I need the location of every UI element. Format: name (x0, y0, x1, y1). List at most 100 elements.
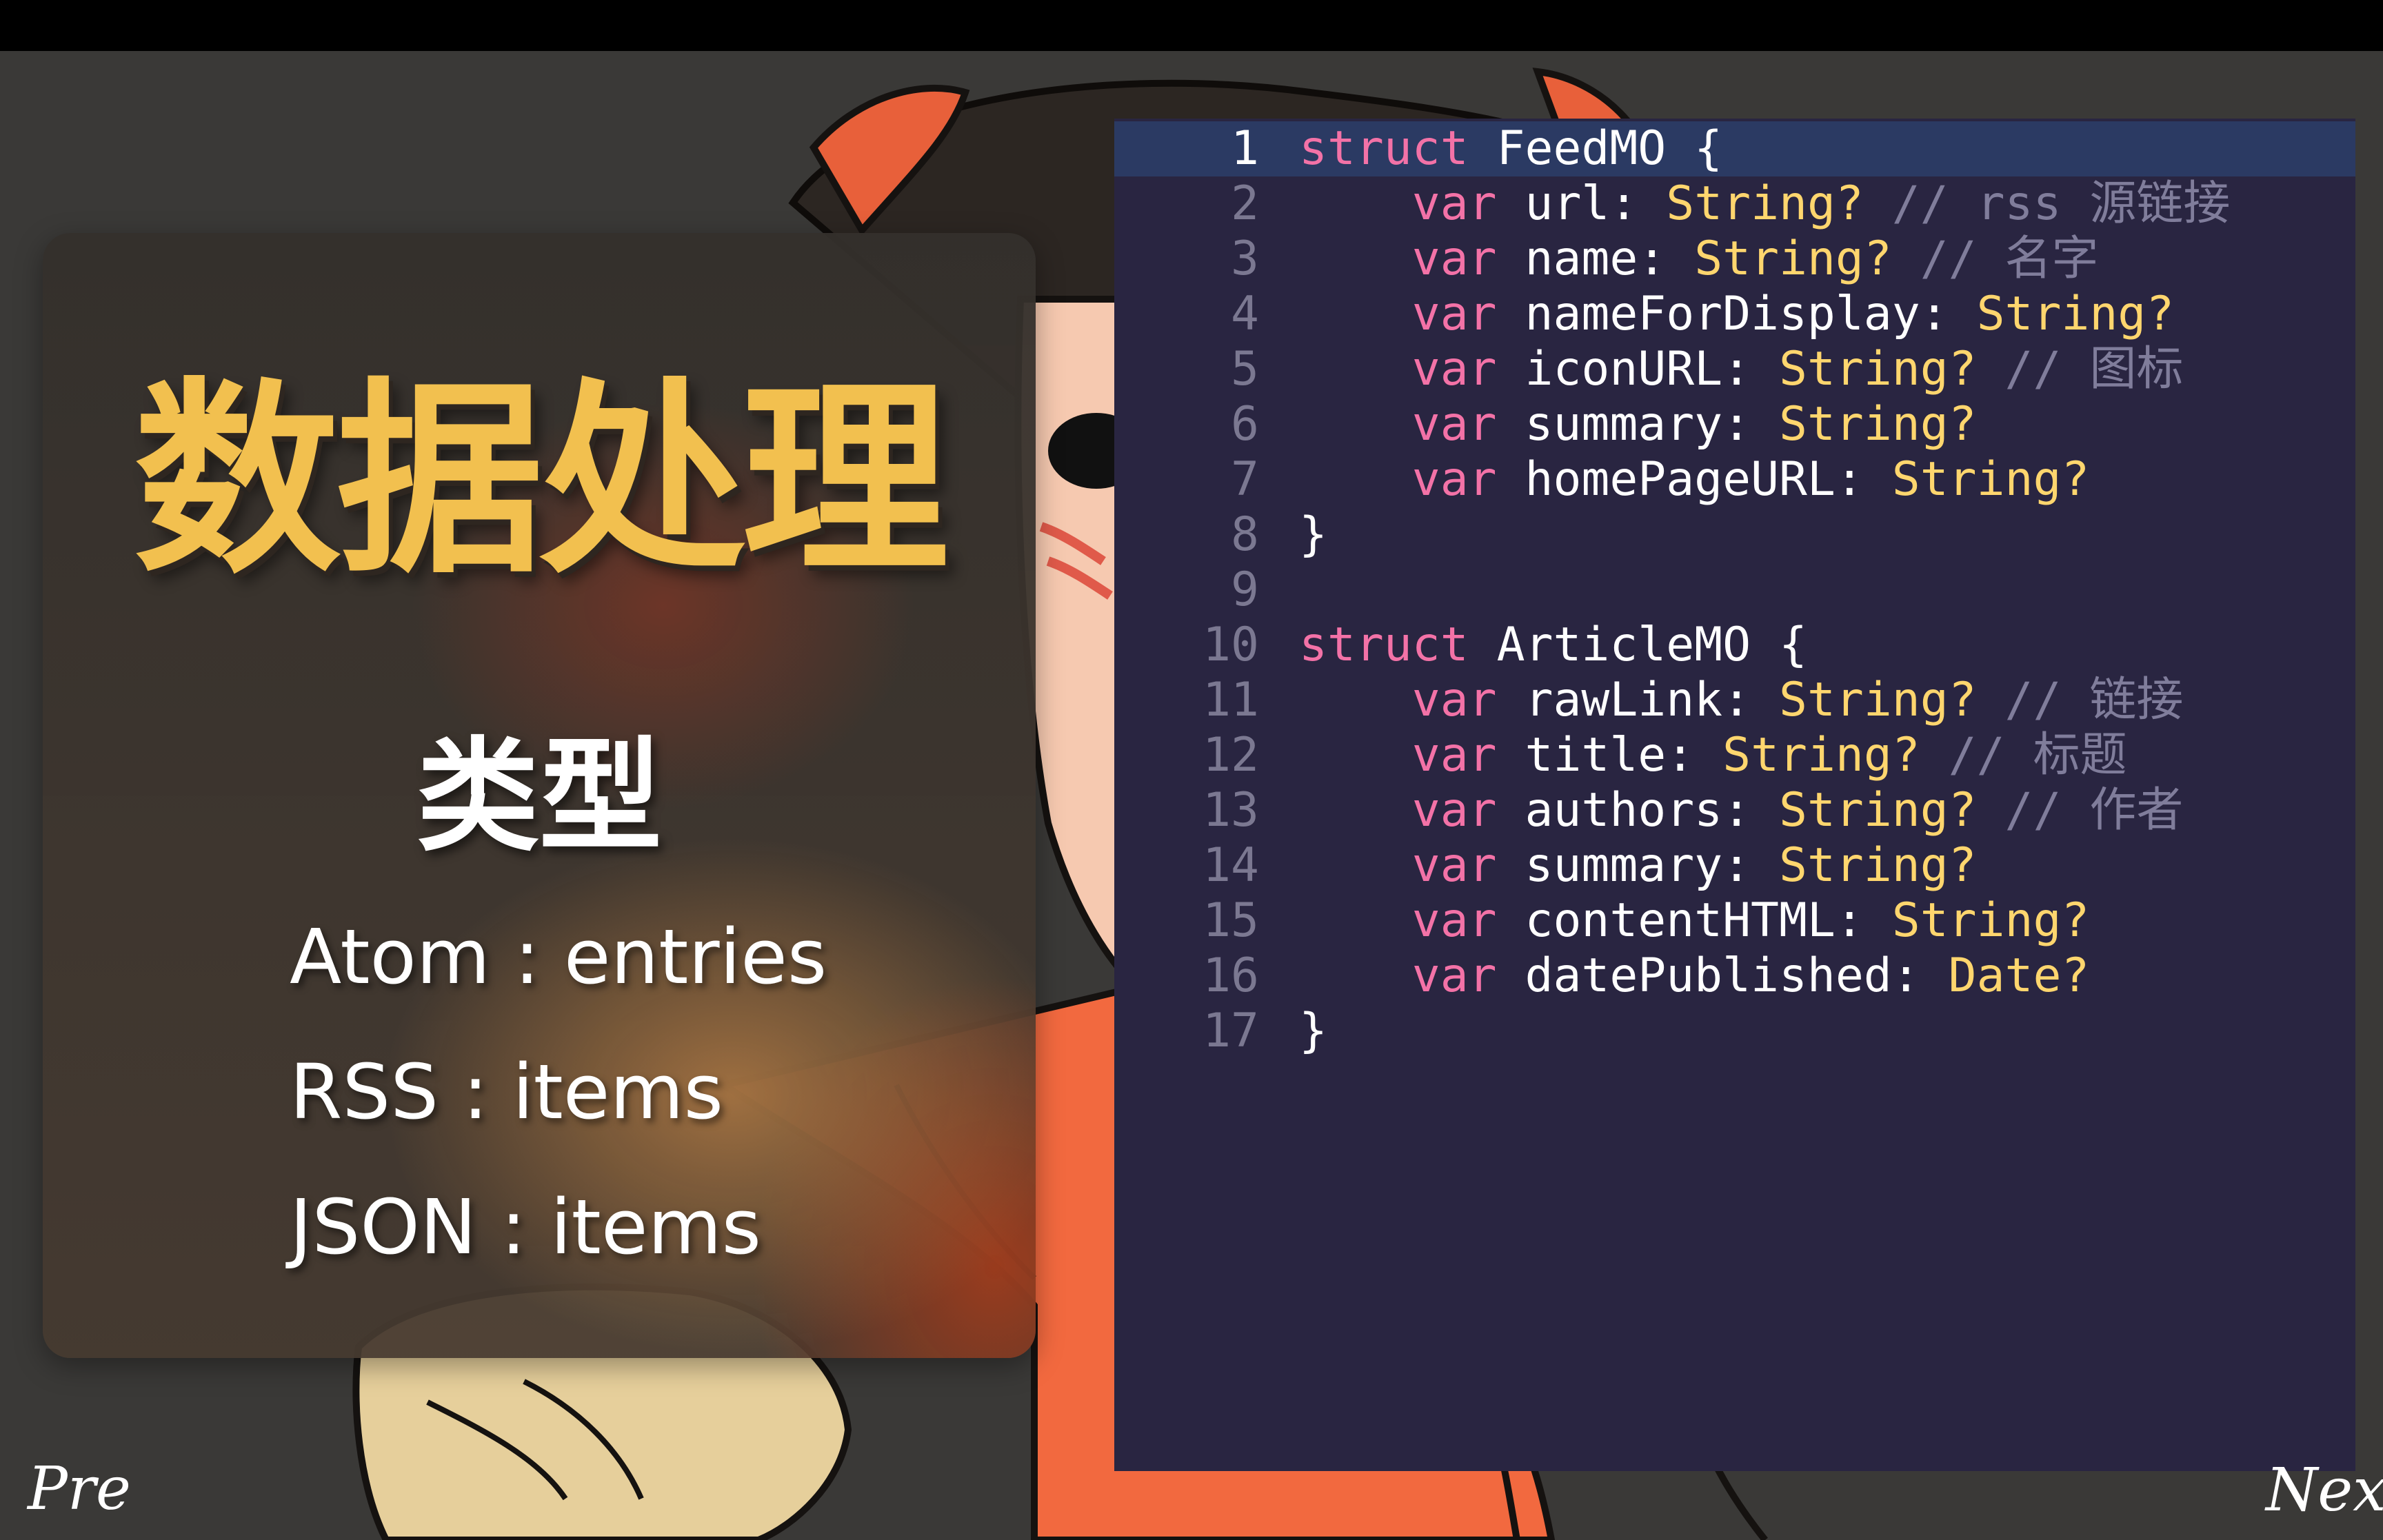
code-punctuation: : (1666, 728, 1723, 782)
code-type: String? (1779, 397, 1977, 452)
line-code: var summary: String? (1299, 838, 1977, 893)
line-number: 5 (1231, 342, 1259, 396)
code-editor: 1 struct FeedMO {2 var url: String? // rs… (1114, 119, 2355, 1471)
code-line: 4 var nameForDisplay: String? (1114, 287, 2355, 342)
code-type: String? (1779, 673, 1977, 727)
code-keyword: var (1411, 838, 1497, 893)
line-code: var authors: String? // 作者 (1299, 783, 2184, 838)
line-number: 2 (1231, 176, 1259, 231)
line-number: 4 (1231, 287, 1259, 341)
line-number: 14 (1203, 838, 1259, 893)
line-number: 13 (1203, 783, 1259, 838)
code-punctuation: : (1638, 232, 1695, 286)
line-code: struct ArticleMO { (1299, 618, 1807, 673)
top-bar (0, 0, 2383, 51)
slide-title: 数据处理 (134, 361, 949, 601)
slide-title-panel: 数据处理 类型 Atom : entries RSS : items JSON … (43, 233, 1036, 1358)
code-line: 14 var summary: String? (1114, 838, 2355, 893)
code-punctuation: : (1722, 673, 1779, 727)
code-line: 3 var name: String? // 名字 (1114, 232, 2355, 287)
code-type: String? (1779, 342, 1977, 396)
code-punctuation: : (1835, 452, 1892, 507)
code-comment: // 作者 (1976, 783, 2184, 838)
code-identifier: ArticleMO (1468, 618, 1751, 672)
next-link[interactable]: Next (2266, 1456, 2383, 1525)
code-comment: // 图标 (1976, 342, 2184, 396)
code-punctuation: } (1299, 507, 1327, 562)
code-line: 9 (1114, 563, 2355, 618)
code-punctuation: { (1666, 121, 1723, 176)
code-keyword: var (1411, 728, 1497, 782)
code-line: 11 var rawLink: String? // 链接 (1114, 673, 2355, 728)
code-identifier: summary (1496, 838, 1723, 893)
code-punctuation: : (1722, 342, 1779, 396)
code-keyword: var (1411, 673, 1497, 727)
code-keyword: var (1411, 452, 1497, 507)
code-punctuation: : (1920, 287, 1977, 341)
line-code: var url: String? // rss 源链接 (1299, 176, 2231, 232)
code-punctuation: : (1722, 397, 1779, 452)
code-comment: // 链接 (1976, 673, 2184, 727)
code-type: String? (1779, 783, 1977, 838)
code-line: 1 struct FeedMO { (1114, 121, 2355, 176)
line-code: } (1299, 1004, 1327, 1059)
code-identifier: homePageURL (1496, 452, 1836, 507)
code-keyword: var (1411, 949, 1497, 1003)
line-number: 1 (1231, 121, 1259, 176)
line-code: var rawLink: String? // 链接 (1299, 673, 2184, 728)
line-code: var name: String? // 名字 (1299, 232, 2099, 287)
code-type: Date? (1948, 949, 2090, 1003)
line-number: 11 (1203, 673, 1259, 727)
code-keyword: var (1411, 176, 1497, 231)
line-code: var homePageURL: String? (1299, 452, 2090, 507)
line-code: struct FeedMO { (1299, 121, 1722, 176)
slide-subtitle: 类型 (416, 725, 662, 868)
code-identifier: rawLink (1496, 673, 1723, 727)
line-code: } (1299, 507, 1327, 563)
line-number: 10 (1203, 618, 1259, 672)
line-number: 12 (1203, 728, 1259, 782)
code-identifier: iconURL (1496, 342, 1723, 396)
line-number: 15 (1203, 893, 1259, 948)
code-line: 13 var authors: String? // 作者 (1114, 783, 2355, 838)
code-keyword: var (1411, 342, 1497, 396)
code-keyword: var (1411, 783, 1497, 838)
code-punctuation: : (1835, 893, 1892, 948)
line-number: 8 (1231, 507, 1259, 562)
line-number: 6 (1231, 397, 1259, 452)
code-identifier: authors (1496, 783, 1723, 838)
code-type: String? (1722, 728, 1920, 782)
code-keyword: struct (1299, 121, 1469, 176)
line-code: var title: String? // 标题 (1299, 728, 2127, 783)
code-line: 2 var url: String? // rss 源链接 (1114, 176, 2355, 232)
code-identifier: contentHTML (1496, 893, 1836, 948)
code-punctuation: { (1751, 618, 1807, 672)
line-number: 9 (1231, 563, 1259, 617)
prev-link[interactable]: Pre (28, 1455, 131, 1523)
code-type: String? (1891, 452, 2090, 507)
code-type: String? (1891, 893, 2090, 948)
line-code: var nameForDisplay: String? (1299, 287, 2174, 342)
code-line: 8} (1114, 507, 2355, 563)
code-keyword: var (1411, 287, 1497, 341)
code-comment: // 标题 (1920, 728, 2127, 782)
code-line: 10 struct ArticleMO { (1114, 618, 2355, 673)
code-line: 7 var homePageURL: String? (1114, 452, 2355, 507)
code-comment: // 名字 (1891, 232, 2099, 286)
code-line: 17} (1114, 1004, 2355, 1059)
code-type: String? (1779, 838, 1977, 893)
line-code: var contentHTML: String? (1299, 893, 2090, 949)
line-number: 7 (1231, 452, 1259, 507)
code-type: String? (1694, 232, 1892, 286)
code-identifier: FeedMO (1468, 121, 1667, 176)
code-line: 5 var iconURL: String? // 图标 (1114, 342, 2355, 397)
code-punctuation: : (1722, 783, 1779, 838)
code-keyword: var (1411, 397, 1497, 452)
